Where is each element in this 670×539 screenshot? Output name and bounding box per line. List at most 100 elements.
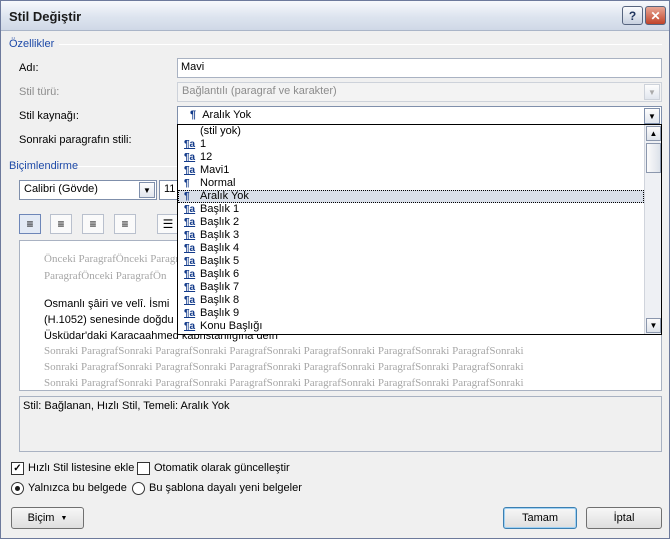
- style-list-item-label: Başlık 5: [200, 255, 240, 267]
- style-list-item-label: Başlık 8: [200, 294, 240, 306]
- properties-group-label: Özellikler: [9, 38, 55, 50]
- name-input[interactable]: Mavi: [177, 58, 662, 78]
- add-quick-style-checkbox[interactable]: ✓: [11, 462, 24, 475]
- style-list-item[interactable]: ¶a Başlık 3: [178, 229, 644, 242]
- align-right-icon: ≡: [89, 217, 97, 231]
- dropdown-scrollbar[interactable]: ▲ ▼: [644, 125, 661, 334]
- linked-style-icon: ¶a: [184, 217, 196, 228]
- align-right-button[interactable]: ≡: [82, 214, 104, 234]
- description-text: Stil: Bağlanan, Hızlı Stil, Temeli: Aral…: [23, 400, 230, 412]
- line-spacing-icon: ☰: [162, 217, 174, 231]
- preview-next-line: Sonraki ParagrafSonraki ParagrafSonraki …: [44, 361, 524, 373]
- style-list-item-label: Başlık 3: [200, 229, 240, 241]
- style-list-item[interactable]: ¶a Başlık 4: [178, 242, 644, 255]
- style-description: Stil: Bağlanan, Hızlı Stil, Temeli: Aral…: [19, 396, 662, 452]
- style-list-item-label: 12: [200, 151, 213, 163]
- style-list-item[interactable]: ¶a Mavi1: [178, 164, 644, 177]
- auto-update-label[interactable]: Otomatik olarak güncelleştir: [154, 462, 290, 474]
- preview-previous-line: ParagrafÖnceki ParagrafÖn: [44, 270, 167, 282]
- linked-style-icon: ¶a: [184, 321, 196, 332]
- ok-button[interactable]: Tamam: [503, 507, 577, 529]
- style-list-item[interactable]: ¶a 12: [178, 151, 644, 164]
- linked-style-icon: ¶a: [184, 256, 196, 267]
- linked-style-icon: ¶a: [184, 204, 196, 215]
- preview-body-line: Osmanlı şâiri ve velî. İsmi: [44, 298, 170, 310]
- style-list-item-label: Normal: [200, 177, 236, 189]
- paragraph-style-icon: ¶: [184, 178, 190, 189]
- linked-style-icon: ¶a: [184, 139, 196, 150]
- line-spacing-button[interactable]: ☰: [157, 214, 179, 234]
- style-list-item[interactable]: ¶a Başlık 5: [178, 255, 644, 268]
- align-left-icon: ≡: [26, 217, 34, 231]
- dialog-title: Stil Değiştir: [9, 9, 82, 24]
- only-this-document-label[interactable]: Yalnızca bu belgede: [28, 482, 127, 494]
- stil-degistir-dialog: Stil Değiştir ? ✕ Özellikler Adı: Mavi S…: [0, 0, 670, 539]
- style-list-item-label: Başlık 1: [200, 203, 240, 215]
- style-list-item-label: Başlık 7: [200, 281, 240, 293]
- new-documents-label[interactable]: Bu şablona dayalı yeni belgeler: [149, 482, 302, 494]
- help-button[interactable]: ?: [622, 6, 643, 25]
- linked-style-icon: ¶a: [184, 269, 196, 280]
- preview-next-line: Sonraki ParagrafSonraki ParagrafSonraki …: [44, 377, 524, 389]
- linked-style-icon: ¶a: [184, 308, 196, 319]
- scrollbar-thumb[interactable]: [646, 143, 661, 173]
- new-documents-radio[interactable]: [132, 482, 145, 495]
- add-quick-style-label[interactable]: Hızlı Stil listesine ekle: [28, 462, 134, 474]
- style-list-item[interactable]: ¶a Başlık 8: [178, 294, 644, 307]
- cancel-button[interactable]: İptal: [586, 507, 662, 529]
- next-style-label: Sonraki paragrafın stili:: [19, 134, 132, 146]
- preview-next-line: Sonraki ParagrafSonraki ParagrafSonraki …: [44, 345, 524, 357]
- style-list-item[interactable]: ¶ Aralık Yok: [178, 190, 644, 203]
- linked-style-icon: ¶a: [184, 243, 196, 254]
- style-list-item[interactable]: ¶ Normal: [178, 177, 644, 190]
- linked-style-icon: ¶a: [184, 282, 196, 293]
- title-bar[interactable]: Stil Değiştir ? ✕: [1, 1, 669, 31]
- align-center-button[interactable]: ≡: [50, 214, 72, 234]
- style-list-item-label: (stil yok): [200, 125, 241, 137]
- style-list: (stil yok) ¶a 1 ¶a 12 ¶a Mavi1 ¶ Normal ¶ Aralık Y…: [178, 125, 644, 333]
- style-type-select: Bağlantılı (paragraf ve karakter) ▼: [177, 82, 662, 102]
- chevron-down-icon: ▼: [60, 514, 68, 522]
- justify-icon: ≡: [121, 217, 129, 231]
- style-list-item[interactable]: ¶a Başlık 9: [178, 307, 644, 320]
- based-on-label: Stil kaynağı:: [19, 110, 79, 122]
- style-list-item-label: Başlık 6: [200, 268, 240, 280]
- chevron-down-icon[interactable]: ▼: [646, 318, 661, 333]
- style-type-label: Stil türü:: [19, 86, 60, 98]
- style-list-item[interactable]: ¶a Başlık 1: [178, 203, 644, 216]
- linked-style-icon: ¶a: [184, 152, 196, 163]
- style-list-item[interactable]: ¶a Konu Başlığı: [178, 320, 644, 333]
- chevron-up-icon[interactable]: ▲: [646, 126, 661, 141]
- name-label: Adı:: [19, 62, 39, 74]
- style-list-item-label: 1: [200, 138, 207, 150]
- based-on-select[interactable]: ¶ Aralık Yok ▼: [177, 106, 662, 126]
- properties-divider: [59, 44, 662, 45]
- format-menu-button[interactable]: Biçim ▼: [11, 507, 84, 529]
- formatting-group-label: Biçimlendirme: [9, 160, 79, 172]
- style-list-item-label: Aralık Yok: [200, 190, 249, 202]
- chevron-down-icon[interactable]: ▼: [139, 182, 155, 198]
- align-left-button[interactable]: ≡: [19, 214, 41, 234]
- style-list-item-label: Konu Başlığı: [200, 320, 263, 332]
- chevron-down-icon: ▼: [644, 84, 660, 100]
- paragraph-style-icon: ¶: [184, 191, 190, 202]
- auto-update-checkbox[interactable]: [137, 462, 150, 475]
- linked-style-icon: ¶a: [184, 230, 196, 241]
- style-list-item[interactable]: ¶a Başlık 7: [178, 281, 644, 294]
- style-list-item[interactable]: ¶a Başlık 2: [178, 216, 644, 229]
- style-list-item[interactable]: ¶a Başlık 6: [178, 268, 644, 281]
- style-source-dropdown[interactable]: (stil yok) ¶a 1 ¶a 12 ¶a Mavi1 ¶ Normal ¶ Aralık Y…: [177, 124, 662, 335]
- style-list-item-label: Başlık 4: [200, 242, 240, 254]
- justify-button[interactable]: ≡: [114, 214, 136, 234]
- style-list-item[interactable]: ¶a 1: [178, 138, 644, 151]
- style-list-item-label: Başlık 9: [200, 307, 240, 319]
- preview-body-line: (H.1052) senesinde doğdu: [44, 314, 174, 326]
- close-button[interactable]: ✕: [645, 6, 666, 25]
- preview-previous-line: Önceki ParagrafÖnceki Paragraf: [44, 253, 188, 265]
- chevron-down-icon[interactable]: ▼: [644, 108, 660, 124]
- linked-style-icon: ¶a: [184, 295, 196, 306]
- formatting-divider: [77, 166, 177, 167]
- style-list-item[interactable]: (stil yok): [178, 125, 644, 138]
- font-select[interactable]: Calibri (Gövde) ▼: [19, 180, 157, 200]
- only-this-document-radio[interactable]: [11, 482, 24, 495]
